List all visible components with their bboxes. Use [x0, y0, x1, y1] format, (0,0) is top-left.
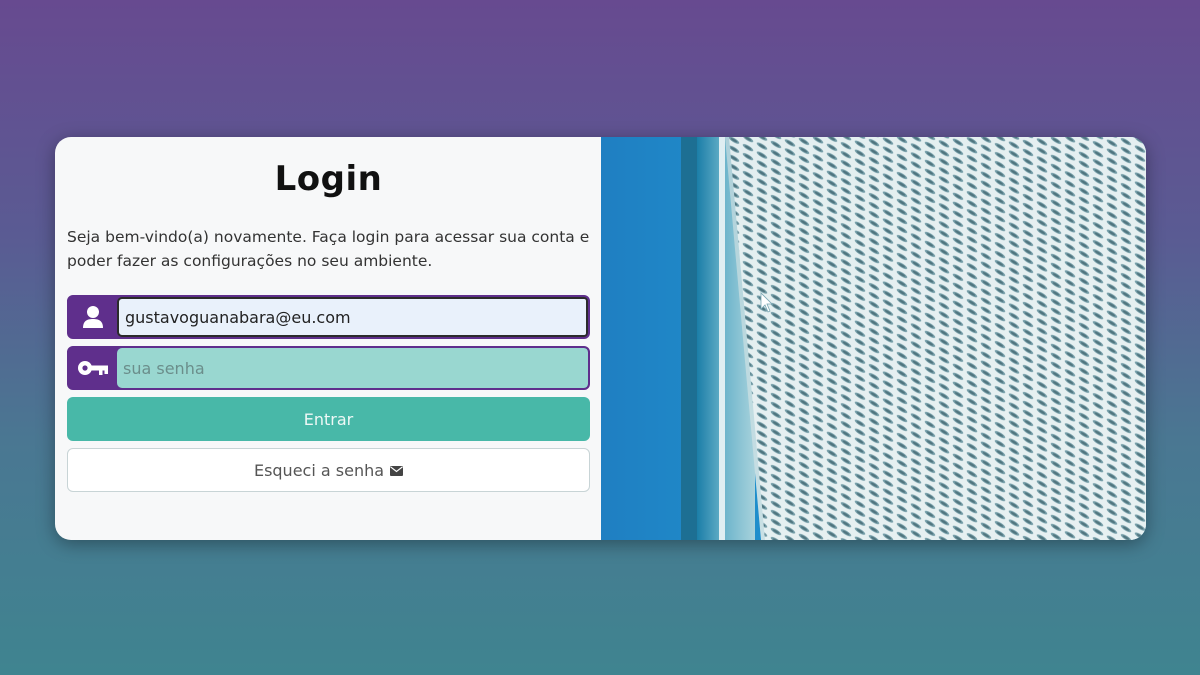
- forgot-password-button[interactable]: Esqueci a senha: [67, 448, 590, 492]
- facade-illustration: [601, 137, 1146, 540]
- envelope-icon: [390, 461, 404, 480]
- key-icon: [69, 348, 117, 388]
- login-card: Login Seja bem-vindo(a) novamente. Faça …: [55, 137, 1146, 540]
- email-input[interactable]: [117, 297, 588, 337]
- login-button[interactable]: Entrar: [67, 397, 590, 441]
- building-facade-image: [601, 137, 1146, 540]
- intro-text: Seja bem-vindo(a) novamente. Faça login …: [67, 228, 590, 270]
- login-panel: Login Seja bem-vindo(a) novamente. Faça …: [55, 137, 601, 540]
- forgot-password-label: Esqueci a senha: [253, 460, 385, 480]
- password-input[interactable]: [117, 348, 588, 388]
- page-title: Login: [274, 159, 383, 199]
- user-icon: [69, 297, 117, 337]
- password-field-group: [67, 346, 590, 390]
- email-field-group: [67, 295, 590, 339]
